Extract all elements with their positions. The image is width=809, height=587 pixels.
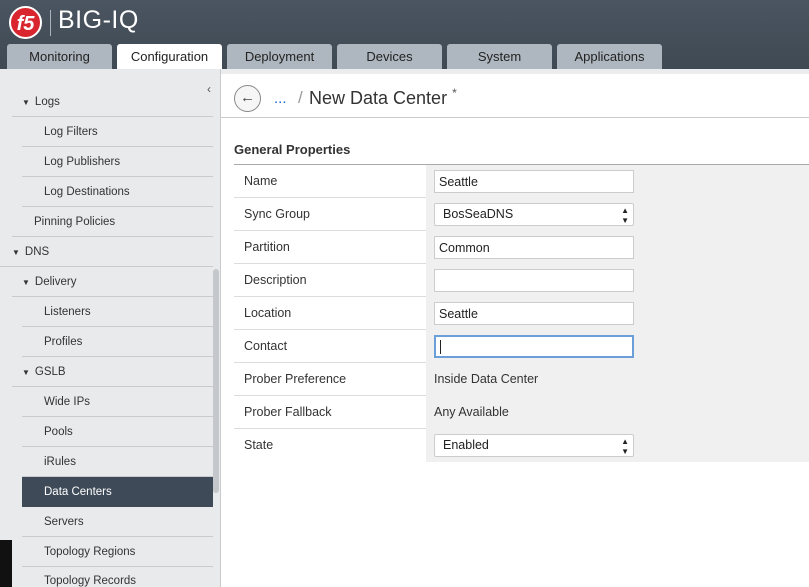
breadcrumb-separator: / [298,88,303,107]
f5-logo[interactable]: f5 [9,6,42,39]
sync-group-select[interactable]: BosSeaDNS ▲ ▼ [434,203,634,226]
sidebar-nav: ‹ ▼ Logs Log Filters Log Publishers Log D… [0,69,221,587]
sidebar-item-servers[interactable]: Servers [22,507,213,537]
state-cell: Enabled ▲ ▼ [426,429,809,462]
sidebar-scrollbar[interactable] [213,269,219,493]
sidebar-item-profiles[interactable]: Profiles [22,327,213,357]
tab-devices[interactable]: Devices [337,44,442,69]
sidebar-item-log-publishers[interactable]: Log Publishers [22,147,213,177]
partition-cell [426,231,809,264]
state-select[interactable]: Enabled ▲ ▼ [434,434,634,457]
main-panel: ← ... / New Data Center * General Proper… [221,69,809,587]
sync-group-label: Sync Group [244,207,311,221]
sidebar-item-label: Delivery [34,276,77,288]
prober-fallback-label: Prober Fallback [244,405,332,419]
logo-divider [50,10,51,36]
triangle-down-icon: ▼ [12,248,20,257]
window-edge [0,540,12,587]
app-title: BIG-IQ [58,6,139,34]
sidebar-item-log-destinations[interactable]: Log Destinations [22,177,213,207]
form-row-description: Description [234,264,809,297]
state-label: State [244,438,274,452]
form-row-name: Name [234,165,809,198]
sidebar-item-log-filters[interactable]: Log Filters [22,117,213,147]
sidebar-item-label: GSLB [34,366,66,378]
sidebar-item-delivery[interactable]: ▼ Delivery [12,267,213,297]
tab-monitoring[interactable]: Monitoring [7,44,112,69]
form-row-sync-group: Sync Group BosSeaDNS ▲ ▼ [234,198,809,231]
name-label: Name [244,174,278,188]
unsaved-marker: * [452,86,457,100]
form-row-prober-preference: Prober Preference Inside Data Center [234,363,809,396]
breadcrumb-ellipsis[interactable]: ... [274,90,287,107]
form-row-contact: Contact [234,330,809,363]
sidebar-item-logs[interactable]: ▼ Logs [12,87,213,117]
prober-fallback-cell: Any Available [426,396,809,429]
name-input[interactable] [434,170,634,193]
description-input[interactable] [434,269,634,292]
triangle-down-icon: ▼ [22,98,30,107]
section-title: General Properties [234,142,351,157]
form-row-location: Location [234,297,809,330]
sidebar-item-pinning-policies[interactable]: Pinning Policies [12,207,213,237]
tab-applications[interactable]: Applications [557,44,662,69]
contact-cell [426,330,809,363]
state-value: Enabled [443,438,489,452]
description-label: Description [244,273,307,287]
location-input[interactable] [434,302,634,325]
prober-preference-value: Inside Data Center [434,372,539,386]
page-title: New Data Center * [309,86,457,109]
title-divider [221,117,809,118]
contact-input[interactable] [434,335,634,358]
partition-input[interactable] [434,236,634,259]
top-divider [221,69,809,74]
text-caret [440,340,441,354]
name-cell [426,165,809,198]
back-arrow-icon[interactable]: ← [234,85,261,112]
sidebar-item-label: DNS [24,246,50,258]
prober-preference-cell: Inside Data Center [426,363,809,396]
tab-configuration[interactable]: Configuration [117,44,222,70]
select-arrows-icon: ▲ ▼ [621,437,629,456]
sidebar-item-label: Logs [34,96,60,108]
sidebar-item-gslb[interactable]: ▼ GSLB [12,357,213,387]
form-row-prober-fallback: Prober Fallback Any Available [234,396,809,429]
sync-group-value: BosSeaDNS [443,207,514,221]
sidebar-item-listeners[interactable]: Listeners [22,297,213,327]
sidebar-item-dns[interactable]: ▼ DNS [0,237,213,267]
sidebar-item-topology-regions[interactable]: Topology Regions [22,537,213,567]
top-header: f5 BIG-IQ Monitoring Configuration Deplo… [0,0,809,70]
sidebar-item-irules[interactable]: iRules [22,447,213,477]
sync-group-cell: BosSeaDNS ▲ ▼ [426,198,809,231]
triangle-down-icon: ▼ [22,278,30,287]
description-cell [426,264,809,297]
sidebar-item-wide-ips[interactable]: Wide IPs [22,387,213,417]
sidebar-item-data-centers[interactable]: Data Centers [22,477,213,507]
partition-label: Partition [244,240,290,254]
location-label: Location [244,306,292,320]
tab-deployment[interactable]: Deployment [227,44,332,69]
page-title-text: New Data Center [309,88,448,108]
contact-label: Contact [244,339,288,353]
tab-system[interactable]: System [447,44,552,69]
select-arrows-icon: ▲ ▼ [621,206,629,225]
form-row-partition: Partition [234,231,809,264]
form-row-state: State Enabled ▲ ▼ [234,429,809,462]
sidebar-item-pools[interactable]: Pools [22,417,213,447]
location-cell [426,297,809,330]
triangle-down-icon: ▼ [22,368,30,377]
prober-preference-label: Prober Preference [244,372,347,386]
sidebar-item-topology-records[interactable]: Topology Records [22,566,213,587]
prober-fallback-value: Any Available [434,405,509,419]
